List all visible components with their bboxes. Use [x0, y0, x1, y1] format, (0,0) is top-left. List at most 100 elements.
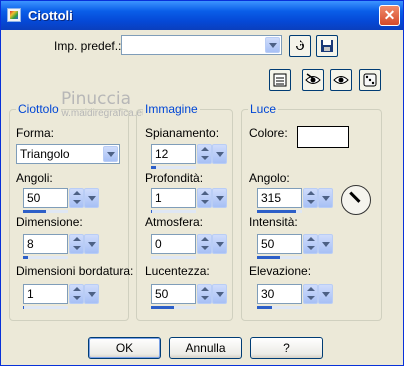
lucentezza-value: 50 — [155, 287, 169, 301]
spianamento-input[interactable]: 12 — [151, 144, 196, 164]
angoli-input[interactable]: 50 — [23, 188, 68, 208]
lucentezza-spin-buttons[interactable] — [197, 284, 212, 304]
angoli-slider-fill[interactable] — [23, 210, 46, 213]
spianamento-slider-fill[interactable] — [151, 166, 157, 169]
angoli-dropdown[interactable] — [84, 188, 99, 208]
atmosfera-label: Atmosfera: — [145, 215, 204, 229]
spianamento-label: Spianamento: — [145, 126, 220, 140]
lucentezza-slider-fill[interactable] — [151, 306, 174, 309]
atmosfera-value: 0 — [155, 237, 162, 251]
angoli-stepper[interactable]: 50 — [23, 188, 99, 213]
angolo-input[interactable]: 315 — [257, 188, 302, 208]
profondita-stepper[interactable]: 1 — [151, 188, 227, 213]
angle-dial[interactable] — [341, 185, 371, 215]
save-preset-button[interactable] — [316, 35, 338, 57]
dim-bordatura-slider-fill[interactable] — [23, 306, 24, 309]
random-dice-icon — [363, 73, 377, 87]
profondita-value: 1 — [155, 191, 162, 205]
angolo-label: Angolo: — [249, 171, 290, 185]
random-button[interactable] — [359, 69, 381, 91]
lucentezza-dropdown[interactable] — [212, 284, 227, 304]
list-button[interactable] — [269, 69, 291, 91]
angoli-label: Angoli: — [16, 171, 53, 185]
eye-toggle-icon — [305, 73, 321, 84]
forma-label: Forma: — [16, 126, 55, 140]
intensita-input[interactable]: 50 — [257, 234, 302, 254]
elevazione-input[interactable]: 30 — [257, 284, 302, 304]
dim-bordatura-stepper[interactable]: 1 — [23, 284, 99, 309]
angolo-value: 315 — [261, 191, 282, 205]
intensita-label: Intensità: — [249, 215, 298, 229]
close-button[interactable]: ✕ — [379, 5, 400, 26]
chevron-down-icon[interactable] — [103, 146, 118, 162]
eye-icon — [333, 76, 349, 84]
profondita-input[interactable]: 1 — [151, 188, 196, 208]
window-title: Ciottoli — [28, 8, 73, 23]
spianamento-stepper[interactable]: 12 — [151, 144, 227, 169]
atmosfera-input[interactable]: 0 — [151, 234, 196, 254]
preset-select[interactable] — [121, 35, 282, 55]
forma-select[interactable]: Triangolo — [16, 144, 120, 164]
spianamento-spin-buttons[interactable] — [197, 144, 212, 164]
angoli-spin-buttons[interactable] — [69, 188, 84, 208]
profondita-label: Profondità: — [145, 171, 204, 185]
spianamento-dropdown[interactable] — [212, 144, 227, 164]
intensita-stepper[interactable]: 50 — [257, 234, 333, 259]
colore-label: Colore: — [249, 126, 288, 140]
profondita-slider-fill[interactable] — [151, 210, 152, 213]
lucentezza-input[interactable]: 50 — [151, 284, 196, 304]
dim-bordatura-spin-buttons[interactable] — [69, 284, 84, 304]
help-button[interactable]: ? — [250, 337, 323, 359]
save-preset-icon — [321, 40, 333, 52]
angoli-value: 50 — [27, 191, 41, 205]
intensita-value: 50 — [261, 237, 275, 251]
intensita-slider-fill[interactable] — [257, 256, 280, 259]
group-title-luce: Luce — [248, 102, 279, 116]
chevron-down-icon[interactable] — [265, 37, 280, 53]
atmosfera-dropdown[interactable] — [212, 234, 227, 254]
profondita-dropdown[interactable] — [212, 188, 227, 208]
lucentezza-stepper[interactable]: 50 — [151, 284, 227, 309]
colore-swatch[interactable] — [297, 126, 349, 148]
dim-bordatura-dropdown[interactable] — [84, 284, 99, 304]
spianamento-value: 12 — [155, 147, 169, 161]
dim-bordatura-input[interactable]: 1 — [23, 284, 68, 304]
angolo-stepper[interactable]: 315 — [257, 188, 333, 213]
atmosfera-spin-buttons[interactable] — [197, 234, 212, 254]
atmosfera-stepper[interactable]: 0 — [151, 234, 227, 259]
angle-dial-needle — [349, 191, 361, 203]
intensita-dropdown[interactable] — [318, 234, 333, 254]
dimensione-stepper[interactable]: 8 — [23, 234, 99, 259]
dimensione-slider-fill[interactable] — [23, 256, 29, 259]
intensita-spin-buttons[interactable] — [303, 234, 318, 254]
elevazione-spin-buttons[interactable] — [303, 284, 318, 304]
angolo-dropdown[interactable] — [318, 188, 333, 208]
elevazione-dropdown[interactable] — [318, 284, 333, 304]
group-title-ciottolo: Ciottolo — [16, 102, 61, 116]
dimensione-spin-buttons[interactable] — [69, 234, 84, 254]
angolo-slider-fill[interactable] — [257, 210, 297, 213]
eye-button[interactable] — [330, 69, 352, 91]
lucentezza-label: Lucentezza: — [145, 264, 210, 278]
reset-button[interactable] — [289, 35, 311, 57]
dimensione-dropdown[interactable] — [84, 234, 99, 254]
elevazione-stepper[interactable]: 30 — [257, 284, 333, 309]
dialog-window: Ciottoli ✕ Imp. predef.: Pinuccia www.ma… — [0, 0, 404, 366]
group-title-immagine: Immagine — [143, 102, 200, 116]
watermark-title: Pinuccia — [61, 89, 131, 109]
title-bar[interactable]: Ciottoli ✕ — [1, 1, 403, 30]
angolo-spin-buttons[interactable] — [303, 188, 318, 208]
ok-button[interactable]: OK — [88, 337, 161, 359]
eye-toggle-button[interactable] — [302, 69, 324, 91]
list-icon — [273, 73, 287, 87]
dim-bordatura-value: 1 — [27, 287, 34, 301]
forma-value: Triangolo — [20, 147, 70, 161]
cancel-button[interactable]: Annulla — [169, 337, 242, 359]
app-icon — [7, 8, 21, 22]
dimensione-label: Dimensione: — [16, 215, 83, 229]
dimensione-value: 8 — [27, 237, 34, 251]
preset-label: Imp. predef.: — [54, 39, 122, 53]
profondita-spin-buttons[interactable] — [197, 188, 212, 208]
dimensione-input[interactable]: 8 — [23, 234, 68, 254]
elevazione-slider-fill[interactable] — [257, 306, 272, 309]
